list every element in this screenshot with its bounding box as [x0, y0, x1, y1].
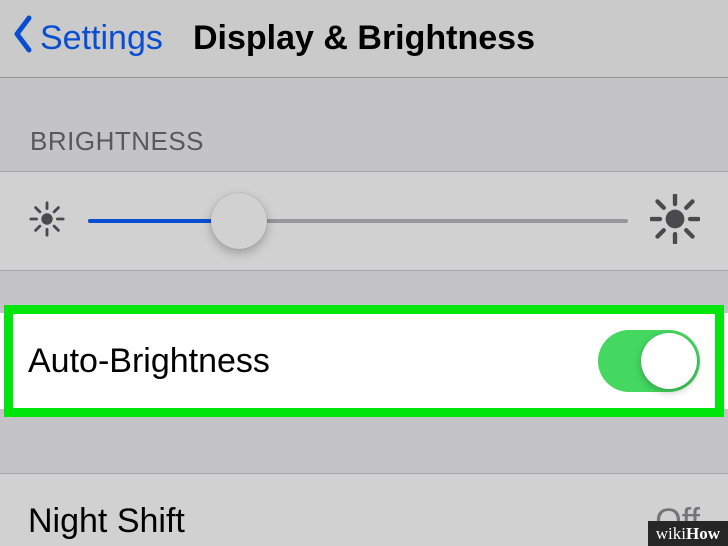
brightness-slider-row	[0, 171, 728, 271]
auto-brightness-highlight: Auto-Brightness	[0, 313, 728, 409]
auto-brightness-label: Auto-Brightness	[28, 342, 270, 381]
brightness-section-header: BRIGHTNESS	[0, 78, 728, 171]
wikihow-watermark: wikiHow	[648, 521, 728, 546]
brightness-low-icon	[28, 200, 66, 243]
toggle-knob	[641, 333, 697, 389]
brightness-slider-thumb[interactable]	[211, 193, 267, 249]
back-button[interactable]: Settings	[10, 14, 163, 63]
chevron-left-icon	[10, 14, 36, 63]
auto-brightness-toggle[interactable]	[598, 330, 700, 392]
night-shift-row[interactable]: Night Shift Off	[0, 473, 728, 546]
navigation-bar: Settings Display & Brightness	[0, 0, 728, 78]
brightness-high-icon	[650, 194, 700, 249]
brightness-slider[interactable]	[88, 219, 628, 223]
auto-brightness-row[interactable]: Auto-Brightness	[0, 313, 728, 409]
back-label: Settings	[40, 19, 163, 58]
night-shift-label: Night Shift	[28, 502, 185, 541]
